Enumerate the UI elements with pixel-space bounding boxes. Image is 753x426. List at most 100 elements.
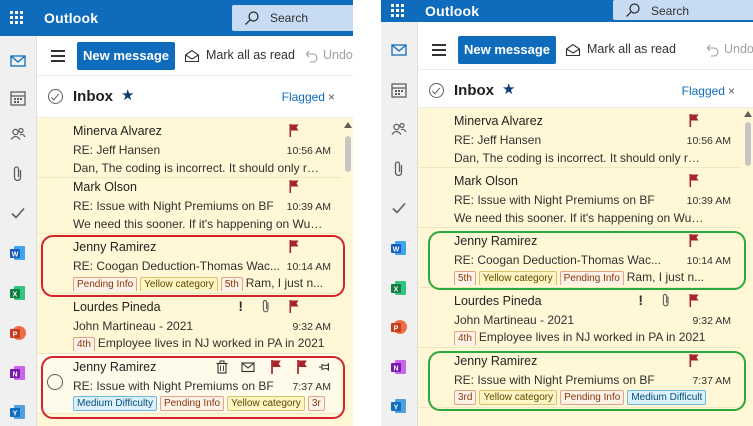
message-time: 10:56 AM bbox=[686, 135, 731, 147]
mark-read-icon[interactable] bbox=[241, 360, 255, 374]
message-time: 9:32 AM bbox=[692, 315, 731, 327]
hamburger-menu-icon[interactable] bbox=[51, 50, 65, 62]
pin-icon[interactable] bbox=[317, 360, 331, 374]
favorite-star-icon[interactable]: ★ bbox=[121, 86, 134, 104]
scroll-up-arrow-icon[interactable] bbox=[344, 122, 352, 128]
clear-filter-icon[interactable]: × bbox=[728, 84, 735, 98]
app-name[interactable]: Outlook bbox=[425, 3, 479, 19]
search-placeholder: Search bbox=[651, 4, 690, 18]
undo-button[interactable]: Undo bbox=[305, 48, 353, 63]
select-all-checkbox[interactable] bbox=[48, 89, 63, 104]
message-sender: Lourdes Pineda bbox=[454, 294, 542, 308]
onenote-icon[interactable]: N bbox=[389, 357, 409, 377]
mail-icon[interactable] bbox=[389, 40, 409, 60]
flag-icon[interactable] bbox=[289, 300, 299, 313]
app-rail: W X P N Y bbox=[381, 22, 418, 426]
select-message-radio[interactable] bbox=[47, 374, 63, 390]
flag-icon[interactable] bbox=[689, 234, 699, 247]
flag-icon[interactable] bbox=[289, 124, 299, 137]
app-launcher-icon[interactable] bbox=[391, 4, 405, 18]
message-preview: Ram, I just n... bbox=[245, 276, 324, 290]
flag-icon[interactable] bbox=[289, 240, 299, 253]
word-icon[interactable]: W bbox=[8, 243, 28, 263]
search-box[interactable]: Search bbox=[232, 5, 353, 31]
message-preview: Dan, The coding is incorrect. It should … bbox=[73, 161, 323, 175]
flag-icon[interactable] bbox=[269, 360, 283, 374]
app-launcher-icon[interactable] bbox=[10, 11, 24, 25]
message-row[interactable]: Lourdes Pineda ! John Martineau - 2021 9… bbox=[418, 288, 741, 348]
hamburger-menu-icon[interactable] bbox=[432, 44, 446, 56]
yammer-icon[interactable]: Y bbox=[8, 402, 28, 422]
select-all-checkbox[interactable] bbox=[429, 83, 444, 98]
mail-icon[interactable] bbox=[8, 51, 28, 71]
mark-all-read-label: Mark all as read bbox=[587, 42, 676, 56]
category-tag: Medium Difficulty bbox=[73, 396, 157, 411]
search-box[interactable]: Search bbox=[613, 0, 753, 20]
calendar-icon[interactable] bbox=[389, 80, 409, 100]
yammer-icon[interactable]: Y bbox=[389, 396, 409, 416]
message-row[interactable]: Minerva Alvarez RE: Jeff Hansen 10:56 AM… bbox=[37, 118, 341, 178]
favorite-star-icon[interactable]: ★ bbox=[502, 80, 515, 98]
flagged-filter[interactable]: Flagged × bbox=[682, 84, 735, 98]
message-time: 7:37 AM bbox=[292, 381, 331, 393]
powerpoint-icon[interactable]: P bbox=[389, 317, 409, 337]
scrollbar-thumb[interactable] bbox=[345, 136, 351, 172]
todo-icon[interactable] bbox=[389, 198, 409, 218]
message-subject: RE: Issue with Night Premiums on BF bbox=[454, 373, 655, 387]
importance-icon: ! bbox=[638, 292, 643, 308]
flag-icon[interactable] bbox=[689, 354, 699, 367]
folder-title: Inbox bbox=[454, 82, 494, 99]
app-name[interactable]: Outlook bbox=[44, 10, 98, 26]
svg-text:N: N bbox=[393, 366, 398, 373]
search-icon bbox=[245, 11, 259, 25]
flag-icon[interactable] bbox=[689, 114, 699, 127]
message-sender: Jenny Ramirez bbox=[454, 354, 538, 368]
message-list[interactable]: Minerva Alvarez RE: Jeff Hansen 10:56 AM… bbox=[37, 118, 353, 426]
new-message-button[interactable]: New message bbox=[77, 42, 175, 70]
clear-filter-icon[interactable]: × bbox=[328, 90, 335, 104]
message-row[interactable]: Jenny Ramirez RE: Issue with Night Premi… bbox=[418, 348, 741, 408]
category-tag: Yellow category bbox=[478, 271, 557, 285]
message-list[interactable]: Minerva Alvarez RE: Jeff Hansen 10:56 AM… bbox=[418, 108, 753, 426]
people-icon[interactable] bbox=[8, 124, 28, 144]
outlook-window-right: Outlook Search W X P N Y New message Mar… bbox=[381, 0, 753, 426]
message-sender: Jenny Ramirez bbox=[73, 240, 157, 254]
todo-icon[interactable] bbox=[8, 203, 28, 223]
people-icon[interactable] bbox=[389, 119, 409, 139]
message-row[interactable]: Jenny Ramirez RE: Coogan Deduction-Thoma… bbox=[37, 234, 341, 294]
mark-all-read-button[interactable]: Mark all as read bbox=[565, 42, 676, 57]
message-row[interactable]: Lourdes Pineda ! John Martineau - 2021 9… bbox=[37, 294, 341, 354]
scrollbar-thumb[interactable] bbox=[745, 122, 751, 166]
excel-icon[interactable]: X bbox=[8, 283, 28, 303]
attachment-icon bbox=[662, 293, 669, 307]
attachment-icon[interactable] bbox=[8, 164, 28, 184]
powerpoint-icon[interactable]: P bbox=[8, 323, 28, 343]
message-row[interactable]: Mark Olson RE: Issue with Night Premiums… bbox=[37, 174, 341, 234]
message-sender: Mark Olson bbox=[73, 180, 137, 194]
message-row[interactable]: Jenny Ramirez RE: Issue with Night Premi… bbox=[37, 354, 341, 414]
attachment-icon[interactable] bbox=[389, 159, 409, 179]
flagged-filter[interactable]: Flagged × bbox=[282, 90, 335, 104]
svg-text:X: X bbox=[394, 287, 399, 294]
onenote-icon[interactable]: N bbox=[8, 363, 28, 383]
flag-icon[interactable] bbox=[689, 294, 699, 307]
flag-icon[interactable] bbox=[295, 360, 309, 374]
flagged-filter-label: Flagged bbox=[681, 84, 725, 98]
undo-button[interactable]: Undo bbox=[706, 42, 753, 57]
message-row[interactable]: Minerva Alvarez RE: Jeff Hansen 10:56 AM… bbox=[418, 108, 741, 168]
category-tag: Yellow category bbox=[140, 277, 218, 291]
delete-icon[interactable] bbox=[215, 360, 229, 374]
excel-icon[interactable]: X bbox=[389, 278, 409, 298]
message-row[interactable]: Jenny Ramirez RE: Coogan Deduction-Thoma… bbox=[418, 228, 741, 288]
undo-icon bbox=[305, 50, 318, 63]
calendar-icon[interactable] bbox=[8, 88, 28, 108]
scroll-up-arrow-icon[interactable] bbox=[744, 111, 752, 117]
flag-icon[interactable] bbox=[689, 174, 699, 187]
message-row[interactable]: Mark Olson RE: Issue with Night Premiums… bbox=[418, 168, 741, 228]
message-subject: RE: Jeff Hansen bbox=[454, 133, 542, 147]
importance-icon: ! bbox=[238, 298, 243, 314]
flag-icon[interactable] bbox=[289, 180, 299, 193]
word-icon[interactable]: W bbox=[389, 238, 409, 258]
mark-all-read-button[interactable]: Mark all as read bbox=[184, 48, 295, 63]
new-message-button[interactable]: New message bbox=[458, 36, 556, 64]
